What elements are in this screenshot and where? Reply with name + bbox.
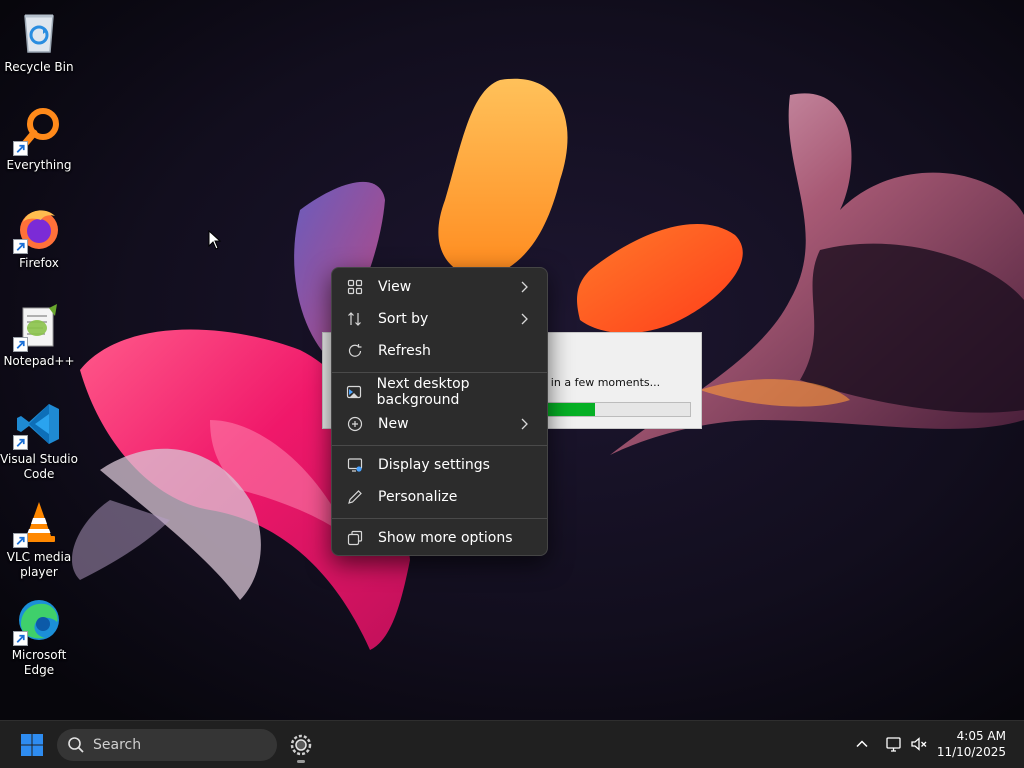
taskbar: Search 4:05 AM 11/10/2025 <box>0 720 1024 768</box>
grid-icon <box>346 278 364 296</box>
menu-item-personalize[interactable]: Personalize <box>336 482 543 512</box>
mouse-cursor-icon <box>208 230 222 250</box>
menu-item-show-more-options[interactable]: Show more options <box>336 523 543 553</box>
start-button[interactable] <box>16 731 48 759</box>
menu-item-view[interactable]: View <box>336 272 543 302</box>
shortcut-arrow-icon <box>13 533 28 548</box>
menu-item-label: Refresh <box>378 343 431 359</box>
desktop-icon-everything[interactable]: Everything <box>0 104 78 173</box>
progress-bar <box>543 402 691 417</box>
desktop-icon-vscode[interactable]: Visual Studio Code <box>0 398 78 482</box>
show-more-icon <box>346 529 364 547</box>
desktop-icon-label: Notepad++ <box>3 354 75 368</box>
shortcut-arrow-icon <box>13 631 28 646</box>
volume-button[interactable] <box>908 733 930 755</box>
desktop-icon-label: Firefox <box>19 256 59 270</box>
menu-separator <box>332 518 547 519</box>
shortcut-arrow-icon <box>13 435 28 450</box>
shortcut-arrow-icon <box>13 337 28 352</box>
menu-item-new[interactable]: New <box>336 409 543 439</box>
menu-separator <box>332 445 547 446</box>
running-app-indicator <box>297 760 305 763</box>
desktop-icon-edge[interactable]: Microsoft Edge <box>0 594 78 678</box>
display-settings-icon <box>346 456 364 474</box>
refresh-icon <box>346 342 364 360</box>
show-hidden-icons-button[interactable] <box>851 733 873 755</box>
volume-muted-icon <box>911 737 927 751</box>
desktop-icon-firefox[interactable]: Firefox <box>0 202 78 271</box>
dialog-message: t in a few moments... <box>543 376 661 389</box>
chevron-right-icon <box>521 313 528 325</box>
menu-item-label: View <box>378 279 412 295</box>
desktop-icon-recycle-bin[interactable]: Recycle Bin <box>0 6 78 75</box>
sort-icon <box>346 310 364 328</box>
search-placeholder: Search <box>93 737 142 753</box>
menu-item-refresh[interactable]: Refresh <box>336 336 543 366</box>
desktop-icon-label: Everything <box>6 158 72 172</box>
menu-item-sort-by[interactable]: Sort by <box>336 304 543 334</box>
clock-date: 11/10/2025 <box>936 745 1006 759</box>
taskbar-app-button[interactable] <box>286 729 316 761</box>
desktop-icon-vlc[interactable]: VLC media player <box>0 496 78 580</box>
windows-logo-icon <box>21 734 43 756</box>
search-icon <box>68 737 84 753</box>
taskbar-search-box[interactable]: Search <box>57 729 277 761</box>
desktop-icon-label: Microsoft Edge <box>11 648 67 677</box>
pen-icon <box>346 488 364 506</box>
clock-time: 4:05 AM <box>956 729 1006 743</box>
desktop-context-menu: View Sort by Refresh Next desktop backgr… <box>331 267 548 556</box>
chevron-right-icon <box>521 418 528 430</box>
network-status-button[interactable] <box>883 733 905 755</box>
taskbar-clock[interactable]: 4:05 AM 11/10/2025 <box>937 728 1006 760</box>
shortcut-arrow-icon <box>13 141 28 156</box>
desktop-icon-label: Visual Studio Code <box>0 452 78 481</box>
menu-item-label: Show more options <box>378 530 513 546</box>
menu-item-display-settings[interactable]: Display settings <box>336 450 543 480</box>
chevron-right-icon <box>521 281 528 293</box>
menu-item-label: Sort by <box>378 311 429 327</box>
desktop-icon-notepad-plus-plus[interactable]: Notepad++ <box>0 300 78 369</box>
recycle-bin-icon <box>24 14 54 53</box>
menu-item-label: Next desktop background <box>376 376 470 408</box>
desktop-icon-label: VLC media player <box>6 550 72 579</box>
progress-fill <box>544 403 596 416</box>
menu-item-label: Display settings <box>378 457 490 473</box>
menu-item-label: New <box>378 416 409 432</box>
next-background-icon <box>346 383 363 401</box>
menu-item-next-desktop-background[interactable]: Next desktop background <box>336 376 543 408</box>
new-plus-icon <box>346 415 364 433</box>
chevron-up-icon <box>856 740 868 748</box>
app-gear-icon <box>290 734 312 756</box>
network-icon <box>886 737 901 752</box>
menu-separator <box>332 372 547 373</box>
desktop-icon-label: Recycle Bin <box>4 60 74 74</box>
shortcut-arrow-icon <box>13 239 28 254</box>
menu-item-label: Personalize <box>378 489 458 505</box>
